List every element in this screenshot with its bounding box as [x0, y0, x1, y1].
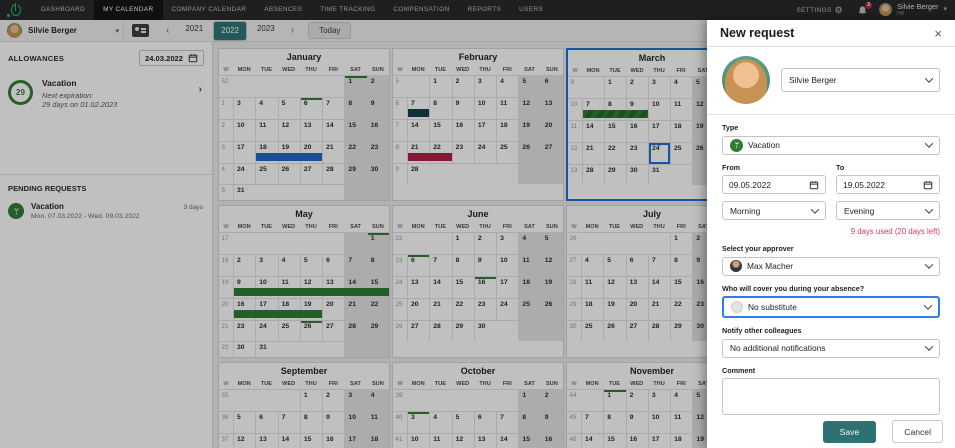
request-user-select[interactable]: Silvie Berger	[781, 68, 940, 92]
new-request-modal: New request × Silvie Berger Type Vacatio…	[707, 20, 955, 448]
days-used-info: 9 days used (20 days left)	[850, 227, 940, 236]
chevron-down-icon	[924, 74, 934, 83]
divider	[707, 114, 955, 115]
approver-value: Max Macher	[747, 261, 794, 271]
chevron-down-icon	[924, 342, 934, 351]
from-time-select[interactable]: Morning	[722, 201, 826, 220]
substitute-label: Who will cover you during your absence?	[722, 283, 865, 293]
notify-value: No additional notifications	[730, 343, 826, 353]
substitute-placeholder-avatar	[731, 301, 743, 313]
modal-title: New request	[720, 26, 795, 40]
from-date-value: 09.05.2022	[729, 179, 771, 190]
chevron-down-icon	[923, 301, 933, 310]
substitute-select[interactable]: No substitute	[722, 296, 940, 318]
save-button[interactable]: Save	[822, 420, 877, 443]
chevron-down-icon	[924, 139, 934, 148]
calendar-icon	[809, 180, 819, 189]
to-date-value: 19.05.2022	[843, 179, 885, 190]
from-date-input[interactable]: 09.05.2022	[722, 175, 826, 194]
app-root: DASHBOARD MY CALENDAR COMPANY CALENDAR ABSE…	[0, 0, 955, 448]
chevron-down-icon	[810, 204, 820, 214]
to-time-value: Evening	[844, 205, 875, 216]
approver-label: Select your approver	[722, 244, 794, 253]
modal-footer: Save Cancel	[707, 415, 955, 448]
to-date-input[interactable]: 19.05.2022	[836, 175, 940, 194]
close-icon[interactable]: ×	[934, 27, 942, 40]
type-label: Type	[722, 123, 739, 132]
notify-label: Notify other colleagues	[722, 326, 802, 335]
chevron-down-icon	[924, 204, 934, 214]
approver-avatar	[730, 260, 742, 272]
to-time-select[interactable]: Evening	[836, 201, 940, 220]
approver-select[interactable]: Max Macher	[722, 256, 940, 276]
to-label: To	[836, 162, 845, 172]
chevron-down-icon	[924, 260, 934, 269]
calendar-icon	[923, 180, 933, 189]
vacation-palm-icon	[730, 138, 743, 152]
from-time-value: Morning	[730, 205, 761, 216]
comment-textarea[interactable]	[722, 378, 940, 415]
notify-select[interactable]: No additional notifications	[722, 338, 940, 358]
from-label: From	[722, 162, 740, 172]
cancel-button[interactable]: Cancel	[892, 420, 943, 443]
type-value: Vacation	[748, 140, 780, 150]
comment-label: Comment	[722, 365, 756, 375]
substitute-value: No substitute	[748, 302, 797, 312]
type-select[interactable]: Vacation	[722, 135, 940, 155]
request-user-value: Silvie Berger	[789, 75, 837, 85]
request-user-avatar	[722, 56, 770, 104]
